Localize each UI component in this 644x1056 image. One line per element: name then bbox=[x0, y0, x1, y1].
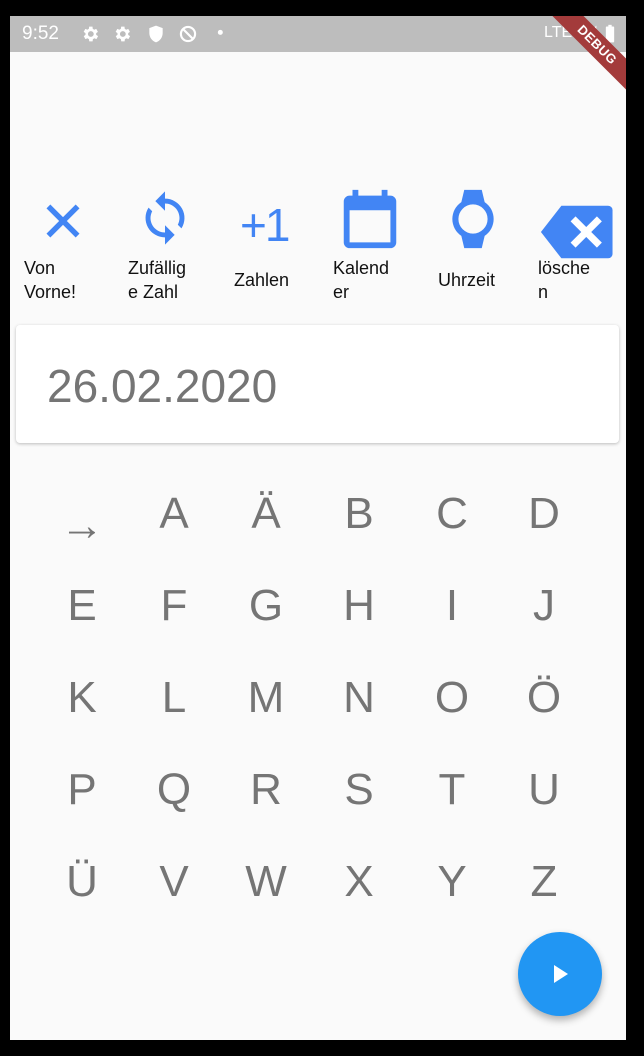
key-R[interactable]: R bbox=[220, 744, 312, 836]
key-Q[interactable]: Q bbox=[128, 744, 220, 836]
key-S[interactable]: S bbox=[313, 744, 405, 836]
toolbar: Von Vorne! Zufällig e Zahl +1 Zahlen Kal… bbox=[10, 176, 626, 306]
key-Z[interactable]: Z bbox=[498, 836, 590, 928]
key-K[interactable]: K bbox=[36, 652, 128, 744]
play-button[interactable] bbox=[518, 932, 602, 1016]
app-screen: 9:52 LTE D E B U G Von Vorne! Zufällig e Zah… bbox=[10, 16, 626, 1040]
dot-icon bbox=[217, 29, 223, 35]
key-Ü[interactable]: Ü bbox=[36, 836, 128, 928]
play-icon bbox=[554, 965, 568, 983]
key-T[interactable]: T bbox=[406, 744, 498, 836]
letter-keypad: → A Ä B C D E F G H I J K L M N O Ö P Q R S T U Ü V W X Y Z bbox=[10, 476, 626, 916]
key-L[interactable]: L bbox=[128, 652, 220, 744]
key-→[interactable]: → bbox=[36, 480, 128, 572]
reset-label: Von Vorne! bbox=[24, 258, 77, 302]
key-A[interactable]: A bbox=[128, 468, 220, 560]
key-Ä[interactable]: Ä bbox=[220, 468, 312, 560]
numbers-button[interactable]: +1 Zahlen bbox=[234, 176, 329, 306]
key-V[interactable]: V bbox=[128, 836, 220, 928]
watch-icon bbox=[452, 189, 494, 249]
calendar-label: Kalend er bbox=[333, 258, 390, 302]
key-O[interactable]: O bbox=[406, 652, 498, 744]
key-F[interactable]: F bbox=[128, 560, 220, 652]
key-M[interactable]: M bbox=[220, 652, 312, 744]
backspace-icon bbox=[540, 205, 613, 259]
calendar-icon bbox=[343, 189, 397, 249]
settings-icon bbox=[115, 26, 131, 42]
key-G[interactable]: G bbox=[220, 560, 312, 652]
key-W[interactable]: W bbox=[220, 836, 312, 928]
time-label: Uhrzeit bbox=[438, 270, 496, 290]
key-E[interactable]: E bbox=[36, 560, 128, 652]
close-icon bbox=[46, 204, 80, 238]
refresh-icon bbox=[145, 191, 185, 245]
numbers-label: Zahlen bbox=[234, 270, 290, 290]
calendar-button[interactable]: Kalend er bbox=[333, 176, 428, 306]
key-H[interactable]: H bbox=[313, 560, 405, 652]
sync-disabled-icon bbox=[179, 25, 197, 43]
key-J[interactable]: J bbox=[498, 560, 590, 652]
display-value: 26.02.2020 bbox=[47, 360, 278, 412]
time-button[interactable]: Uhrzeit bbox=[438, 176, 533, 306]
key-B[interactable]: B bbox=[313, 468, 405, 560]
random-number-label: Zufällig e Zahl bbox=[128, 258, 187, 302]
key-C[interactable]: C bbox=[406, 468, 498, 560]
key-X[interactable]: X bbox=[313, 836, 405, 928]
key-Y[interactable]: Y bbox=[406, 836, 498, 928]
status-bar: 9:52 LTE bbox=[10, 16, 626, 52]
random-number-button[interactable]: Zufällig e Zahl bbox=[128, 176, 223, 306]
key-N[interactable]: N bbox=[313, 652, 405, 744]
key-Ö[interactable]: Ö bbox=[498, 652, 590, 744]
reset-button[interactable]: Von Vorne! bbox=[24, 176, 119, 306]
shield-icon bbox=[149, 25, 163, 43]
status-time: 9:52 bbox=[22, 23, 59, 44]
key-D[interactable]: D bbox=[498, 468, 590, 560]
key-U[interactable]: U bbox=[498, 744, 590, 836]
delete-label: lösche n bbox=[538, 258, 591, 302]
key-I[interactable]: I bbox=[406, 560, 498, 652]
key-P[interactable]: P bbox=[36, 744, 128, 836]
settings-icon bbox=[83, 26, 99, 42]
plus-one-icon: +1 bbox=[240, 199, 290, 251]
delete-button[interactable]: lösche n bbox=[538, 176, 626, 306]
date-display: 26.02.2020 bbox=[16, 325, 619, 443]
